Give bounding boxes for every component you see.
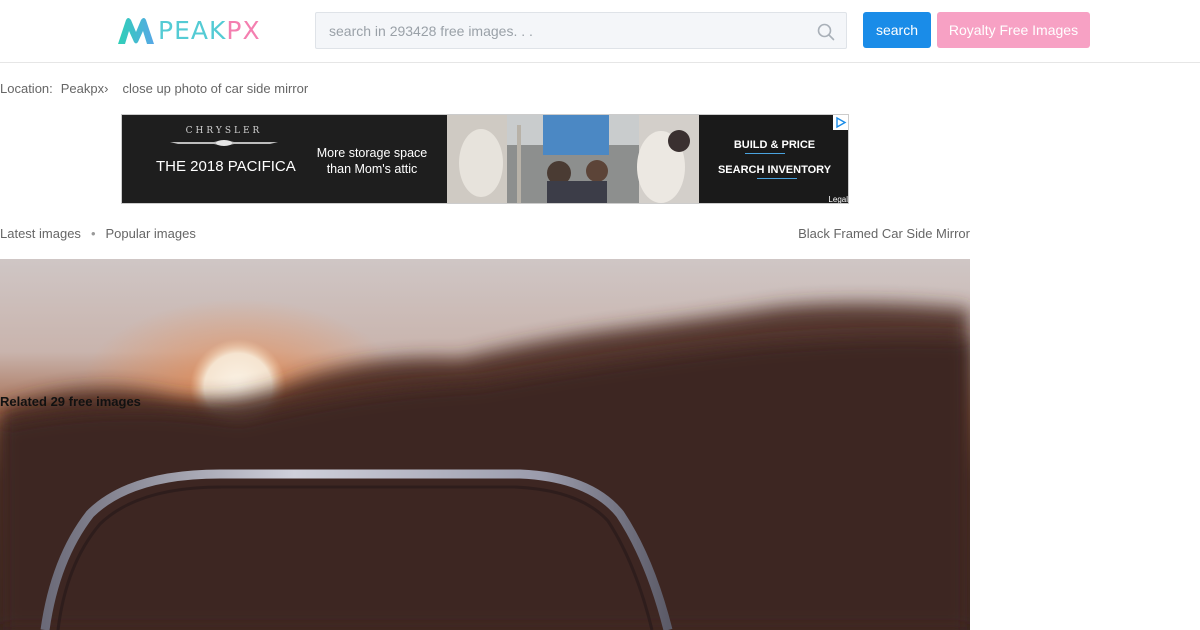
ad-photo (447, 115, 699, 203)
main-photo[interactable] (0, 259, 970, 630)
peakpx-logo[interactable]: PEAKPX (116, 13, 261, 47)
breadcrumb-link-peakpx[interactable]: Peakpx› (61, 81, 109, 96)
chrysler-wings-icon (170, 140, 278, 146)
breadcrumb-current: close up photo of car side mirror (122, 81, 309, 96)
search-button[interactable]: search (863, 12, 931, 48)
ad-underline (757, 178, 797, 179)
ad-model: THE 2018 PACIFICA (156, 158, 296, 175)
ad-left-panel: CHRYSLER THE 2018 PACIFICA More storage … (122, 115, 447, 203)
search-box (315, 12, 847, 49)
ad-underline (745, 153, 785, 154)
search-icon[interactable] (817, 23, 835, 41)
ad-right-panel: BUILD & PRICE SEARCH INVENTORY Legal (699, 115, 848, 203)
related-images-heading: Related 29 free images (0, 394, 141, 409)
ad-tagline: More storage space than Mom's attic (316, 146, 428, 176)
subnav: Latest images • Popular images (0, 226, 196, 241)
logo-mark-icon (118, 18, 154, 44)
ad-banner[interactable]: CHRYSLER THE 2018 PACIFICA More storage … (121, 114, 849, 204)
breadcrumb: Location: Peakpx› close up photo of car … (0, 81, 308, 96)
ad-build-price-link[interactable]: BUILD & PRICE (699, 139, 848, 151)
site-header: PEAKPX search Royalty Free Images (0, 0, 1200, 63)
adchoices-icon[interactable] (833, 115, 848, 130)
royalty-free-images-button[interactable]: Royalty Free Images (937, 12, 1090, 48)
latest-images-link[interactable]: Latest images (0, 226, 81, 241)
ad-legal-link[interactable]: Legal (828, 195, 848, 203)
logo-text: PEAKPX (158, 15, 261, 45)
breadcrumb-prefix: Location: (0, 81, 53, 96)
breadcrumb-separator: › (104, 81, 109, 96)
image-title: Black Framed Car Side Mirror (798, 226, 970, 241)
ad-brand: CHRYSLER (185, 126, 263, 136)
search-input[interactable] (316, 13, 846, 48)
popular-images-link[interactable]: Popular images (106, 226, 196, 241)
ad-search-inventory-link[interactable]: SEARCH INVENTORY (699, 164, 848, 176)
subnav-separator: • (90, 226, 96, 241)
